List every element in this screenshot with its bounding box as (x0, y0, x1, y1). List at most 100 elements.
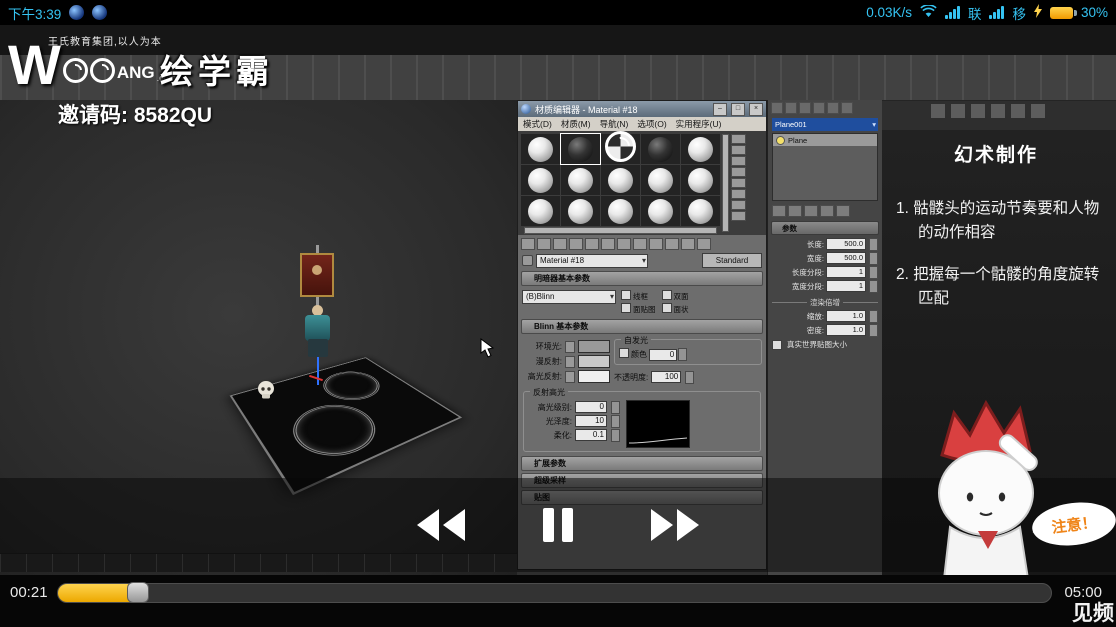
signal-bars-icon (989, 6, 1004, 19)
slots-h-scrollbar (524, 227, 717, 234)
toolbar-button-icon (731, 145, 746, 155)
spinner-icon (685, 371, 694, 384)
sample-slot (601, 165, 640, 195)
video-frame[interactable]: 王氏教育集团,以人为本 W ANG .com 绘学霸 邀请码: 8582QU 材… (0, 25, 1116, 575)
spinner-icon (869, 310, 878, 323)
spinner-icon (869, 266, 878, 279)
seek-track[interactable] (57, 583, 1052, 603)
rollout-shader-basic: 明暗器基本参数 (521, 271, 763, 286)
menu-utilities: 实用程序(U) (676, 118, 722, 130)
toolbar-button-icon (585, 238, 599, 250)
magic-ring (280, 397, 392, 467)
toolbar-button-icon (697, 238, 711, 250)
toolbar-button-icon (601, 238, 615, 250)
carrier-unicom-label: 联 (968, 3, 982, 23)
toolbar-button-icon (521, 238, 535, 250)
spinner-icon (611, 401, 620, 414)
panel-tab-icon (827, 102, 839, 114)
stack-toolbar (768, 203, 882, 219)
checkbox-facemap: 面贴图 (621, 303, 656, 315)
ambient-color-row: 环境光: (522, 339, 610, 354)
network-speed: 0.03K/s (866, 5, 912, 20)
bulb-icon (776, 136, 785, 145)
spinner-icon (611, 429, 620, 442)
checkbox-real-world-map: 真实世界贴图大小 (768, 337, 882, 353)
menu-options: 选项(O) (637, 118, 666, 130)
spinner-icon (611, 415, 620, 428)
toolbar-button-icon (569, 238, 583, 250)
invite-code: 邀请码: 8582QU (58, 99, 212, 129)
spinner-icon (869, 238, 878, 251)
param-row: 宽度分段: 1 (768, 279, 882, 293)
transform-gizmo-z (317, 357, 319, 385)
sample-slot (601, 196, 640, 226)
character-model (292, 245, 354, 405)
slots-v-scrollbar (722, 134, 729, 232)
ambient-color-swatch (578, 340, 610, 353)
banner-flag (300, 253, 334, 297)
toolbar-button-icon (681, 238, 695, 250)
highlight-curve-preview (626, 400, 690, 448)
rewind-button[interactable] (415, 508, 467, 542)
sample-slot (681, 196, 720, 226)
corner-watermark: 见频 (1072, 597, 1114, 627)
lock-icon (565, 341, 575, 353)
menu-mode: 模式(D) (523, 118, 552, 130)
note-item: 1. 骷髅头的运动节奏要和人物的动作相容 (896, 197, 1102, 245)
toolbar-button-icon (731, 134, 746, 144)
seek-handle[interactable] (127, 582, 149, 603)
eyedropper-icon (522, 255, 533, 266)
param-row: 密度: 1.0 (768, 323, 882, 337)
logo-ang: ANG (117, 63, 155, 83)
spec-level-field: 0 (575, 401, 607, 413)
toolbar-button-icon (836, 205, 850, 217)
pause-button[interactable] (541, 507, 575, 543)
secondary-toolbar (930, 103, 1046, 119)
panel-tab-icon (799, 102, 811, 114)
battery-icon (1050, 7, 1073, 19)
toolbar-button-icon (1030, 103, 1046, 119)
param-row: 缩放: 1.0 (768, 309, 882, 323)
toolbar-button-icon (731, 156, 746, 166)
checkbox-wireframe: 线框 (621, 290, 656, 302)
menu-navigation: 导航(N) (600, 118, 629, 130)
object-name-field: Plane001 (772, 118, 878, 131)
panel-tab-icon (841, 102, 853, 114)
battery-percent: 30% (1081, 5, 1108, 20)
diffuse-color-swatch (578, 355, 610, 368)
sample-slots (518, 131, 766, 235)
param-row: 宽度: 500.0 (768, 251, 882, 265)
specular-highlights-group: 反射高光 高光级别: 0 光泽度: 10 柔化: 0.1 (523, 391, 761, 452)
sample-slot (641, 134, 680, 164)
seek-bar-area: 00:21 05:00 见频 (0, 575, 1116, 627)
video-player-screen: 下午3:39 0.03K/s 联 移 30% 王氏教育集团,以人为本 W ANG… (0, 0, 1116, 627)
rollout-extended-params: 扩展参数 (521, 456, 763, 471)
checkbox-2sided: 双面 (662, 290, 697, 302)
soften-field: 0.1 (575, 429, 607, 441)
sample-slot (641, 165, 680, 195)
sample-slot-toolbar (731, 134, 746, 232)
material-name-row: Material #18 Standard (518, 252, 766, 269)
rollout-blinn-basic: Blinn 基本参数 (521, 319, 763, 334)
sample-slot (561, 165, 600, 195)
toolbar-button-icon (633, 238, 647, 250)
character-torso (305, 315, 330, 341)
toolbar-button-icon (970, 103, 986, 119)
panel-tab-icon (771, 102, 783, 114)
charging-bolt-icon (1034, 4, 1042, 21)
toolbar-button-icon (990, 103, 1006, 119)
sample-slot (601, 134, 640, 164)
sample-slot (521, 165, 560, 195)
notes-title: 幻术制作 (954, 140, 1102, 167)
toolbar-button-icon (665, 238, 679, 250)
menu-material: 材质(M) (561, 118, 591, 130)
toolbar-button-icon (788, 205, 802, 217)
forward-button[interactable] (649, 508, 701, 542)
sample-slot (681, 134, 720, 164)
lock-icon (565, 371, 575, 383)
toolbar-button-icon (553, 238, 567, 250)
close-icon: × (749, 103, 763, 116)
self-illumination-group: 自发光 颜色 0 (614, 339, 762, 365)
logo-swirl-icon (63, 58, 88, 83)
panel-tab-icon (785, 102, 797, 114)
